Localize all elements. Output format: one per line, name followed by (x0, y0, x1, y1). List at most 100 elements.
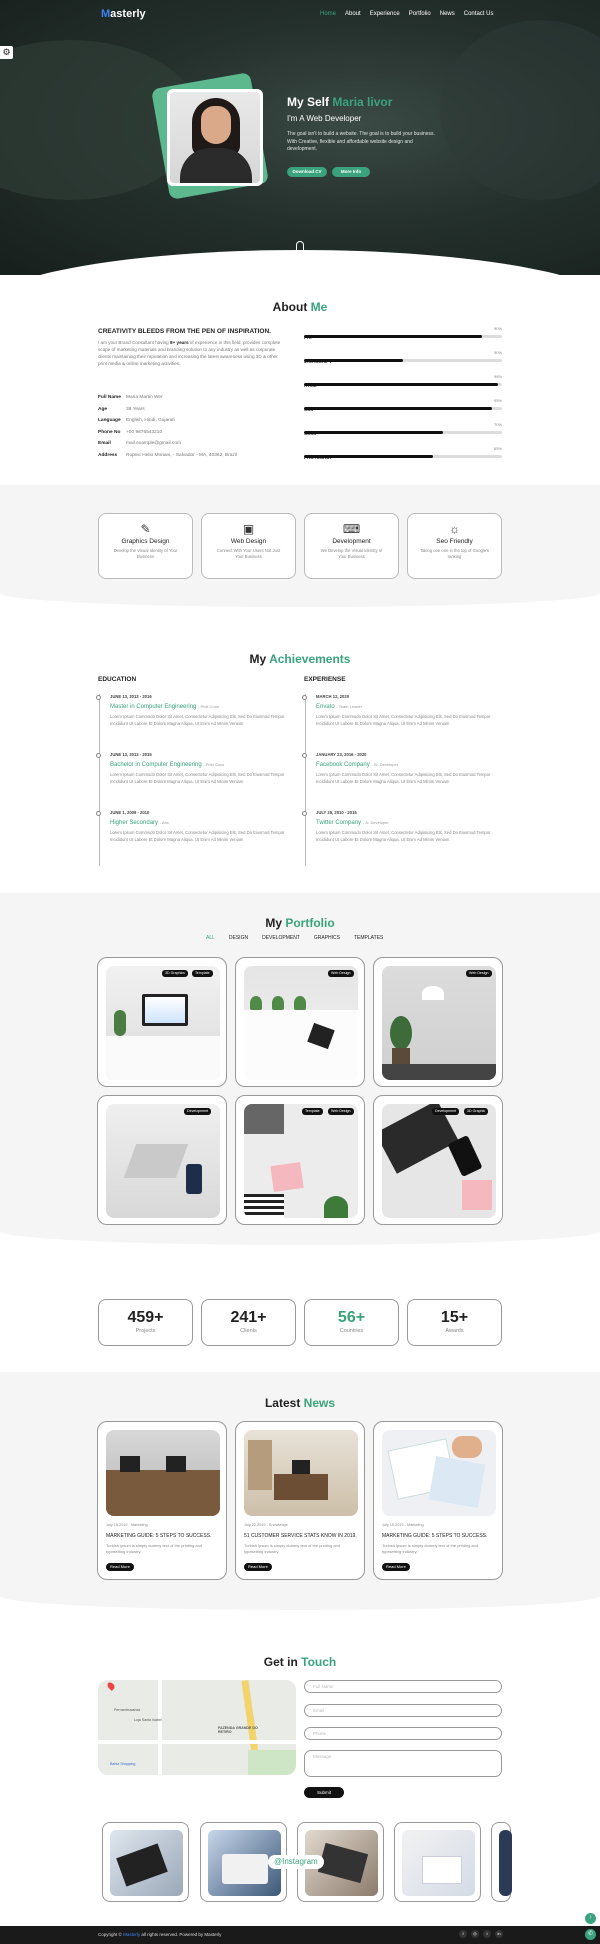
instagram-icon[interactable]: ◎ (471, 1930, 479, 1938)
portfolio-tag: Template (192, 970, 213, 977)
logo-letter: M (101, 8, 111, 20)
facebook-icon[interactable]: f (459, 1930, 467, 1938)
nav-about[interactable]: About (345, 11, 361, 17)
news-card[interactable]: July 15,2019 - Marketing MARKETING GUIDE… (373, 1421, 503, 1580)
filter-graphics[interactable]: GRAPHICS (314, 935, 340, 941)
more-info-button[interactable]: More Info (332, 167, 370, 177)
chat-icon[interactable]: ✆ (585, 1929, 596, 1940)
service-card-web-design[interactable]: ▣ Web Design Connect With Your Users Not J… (201, 513, 296, 579)
profile-photo (167, 89, 263, 186)
filter-templates[interactable]: TEMPLATES (354, 935, 383, 941)
linkedin-icon[interactable]: in (495, 1930, 503, 1938)
logo-text: asterly (110, 8, 146, 20)
portfolio-card[interactable]: Development 3D Graphic (373, 1095, 503, 1225)
info-row: Age 38 Years (98, 406, 145, 412)
education-heading: EDUCATION (98, 676, 137, 683)
timeline-item: JUNE 13, 2013 - 2015 Bachelor in Computer… (96, 752, 296, 785)
read-more-button[interactable]: Read More (382, 1563, 410, 1571)
portfolio-image: Web Design (382, 966, 496, 1080)
service-card-development[interactable]: ⌨ Development We Develop the Visual Identi… (304, 513, 399, 579)
info-row: Phone No +00 9876543210 (98, 429, 163, 435)
news-card[interactable]: July 15,2019 - Marketing MARKETING GUIDE… (97, 1421, 227, 1580)
filter-design[interactable]: DESIGN (229, 935, 248, 941)
hero-section: Masterly Home About Experience Portfolio… (0, 0, 600, 275)
news-meta: July 22,2019 - Knowledge (244, 1523, 288, 1527)
download-cv-button[interactable]: Download CV (287, 167, 327, 177)
social-links: f ◎ t in (459, 1930, 503, 1938)
scroll-top-icon[interactable]: ↑ (585, 1913, 596, 1924)
news-meta: July 15,2019 - Marketing (106, 1523, 148, 1527)
skill-scss: SCSS 70% (304, 422, 502, 436)
news-title: Latest News (264, 1396, 336, 1410)
message-textarea[interactable]: Message (304, 1750, 502, 1777)
nav-home[interactable]: Home (320, 11, 336, 17)
news-card[interactable]: July 22,2019 - Knowledge 51 CUSTOMER SER… (235, 1421, 365, 1580)
portfolio-card[interactable]: Development (97, 1095, 227, 1225)
nav-menu: Home About Experience Portfolio News Con… (320, 11, 493, 17)
portfolio-image: Web Design (244, 966, 358, 1080)
portfolio-image: Development (106, 1104, 220, 1218)
portfolio-image: Template Web Design (244, 1104, 358, 1218)
logo[interactable]: Masterly (101, 8, 146, 20)
nav-contact[interactable]: Contact Us (464, 11, 494, 17)
portfolio-image: Development 3D Graphic (382, 1104, 496, 1218)
timeline-item: JUNE 1, 2009 - 2010 Higher Secondary - Ah… (96, 810, 296, 843)
portfolio-tag: Development (184, 1108, 212, 1115)
twitter-icon[interactable]: t (483, 1930, 491, 1938)
portfolio-card[interactable]: Web Design (235, 957, 365, 1087)
stat-awards: 15+ Awards (407, 1299, 502, 1346)
read-more-button[interactable]: Read More (244, 1563, 272, 1571)
nav-news[interactable]: News (440, 11, 455, 17)
experience-heading: EXPERIENSE (304, 676, 346, 683)
portfolio-tag: Web Design (466, 970, 492, 977)
full-name-input[interactable]: Full Name (304, 1680, 502, 1693)
skill-css: CSS 95% (304, 398, 502, 412)
news-image (244, 1430, 358, 1516)
portfolio-card[interactable]: Template Web Design (235, 1095, 365, 1225)
portfolio-card[interactable]: Web Design (373, 957, 503, 1087)
map-label: Loja Santa Isabel (134, 1718, 162, 1722)
news-image (382, 1430, 496, 1516)
timeline-item: JUNE 13, 2013 - 2016 Master in Computer E… (96, 694, 296, 727)
filter-all[interactable]: ALL (206, 935, 215, 941)
stat-projects: 459+ Projects (98, 1299, 193, 1346)
skill-php: PHP 90% (304, 326, 502, 340)
nav-experience[interactable]: Experience (370, 11, 400, 17)
phone-input[interactable]: Phone (304, 1727, 502, 1740)
pen-tool-icon: ✎ (140, 522, 151, 536)
news-heading: 51 CUSTOMER SERVICE STATS KNOW IN 2019. (244, 1533, 357, 1539)
news-desc: Turkish ipsum is simply dummy text of th… (244, 1543, 341, 1554)
service-card-graphics[interactable]: ✎ Graphics Design Develop the Visual Ident… (98, 513, 193, 579)
nav-portfolio[interactable]: Portfolio (409, 11, 431, 17)
development-icon: ⌨ (342, 522, 361, 536)
info-row: Full Name Maria Martin Wer (98, 395, 163, 400)
instagram-card[interactable] (491, 1822, 512, 1902)
instagram-card[interactable] (394, 1822, 481, 1902)
portfolio-card[interactable]: 3D Graphics Template (97, 957, 227, 1087)
read-more-button[interactable]: Read More (106, 1563, 134, 1571)
portfolio-tag: Web Design (328, 1108, 354, 1115)
submit-button[interactable]: Submit (304, 1787, 344, 1798)
achievements-title: My Achievements (249, 652, 351, 666)
portfolio-filters: ALL DESIGN DEVELOPMENT GRAPHICS TEMPLATE… (206, 935, 383, 941)
filter-development[interactable]: DEVELOPMENT (262, 935, 300, 941)
info-row: Email mail.example@gmail.com (98, 441, 181, 446)
hero-title: My Self Maria livor (287, 95, 393, 109)
about-title: About Me (272, 300, 328, 314)
timeline-item: JULY 25, 2010 - 2015 Twitter Company - Jr… (302, 810, 502, 843)
skill-html: HTML 98% (304, 374, 502, 388)
service-card-seo[interactable]: ☼ Seo Friendly Taking one one in the top o… (407, 513, 502, 579)
skill-javascript: JAVASCRIPT 50% (304, 350, 502, 364)
portfolio-tag: Template (302, 1108, 323, 1115)
location-map[interactable]: Pernambucanas Loja Santa Isabel FAZENDA … (98, 1680, 296, 1775)
email-input[interactable]: Email (304, 1704, 502, 1717)
top-navbar: Masterly Home About Experience Portfolio… (0, 8, 600, 28)
gear-icon[interactable]: ⚙ (0, 46, 13, 59)
news-heading: MARKETING GUIDE: 5 STEPS TO SUCCESS. (106, 1533, 212, 1539)
portfolio-tag: 3D Graphics (162, 970, 188, 977)
instagram-label[interactable]: @Instagram (268, 1855, 324, 1869)
portfolio-image: 3D Graphics Template (106, 966, 220, 1080)
instagram-card[interactable] (102, 1822, 189, 1902)
stat-clients: 241+ Clients (201, 1299, 296, 1346)
news-meta: July 15,2019 - Marketing (382, 1523, 424, 1527)
